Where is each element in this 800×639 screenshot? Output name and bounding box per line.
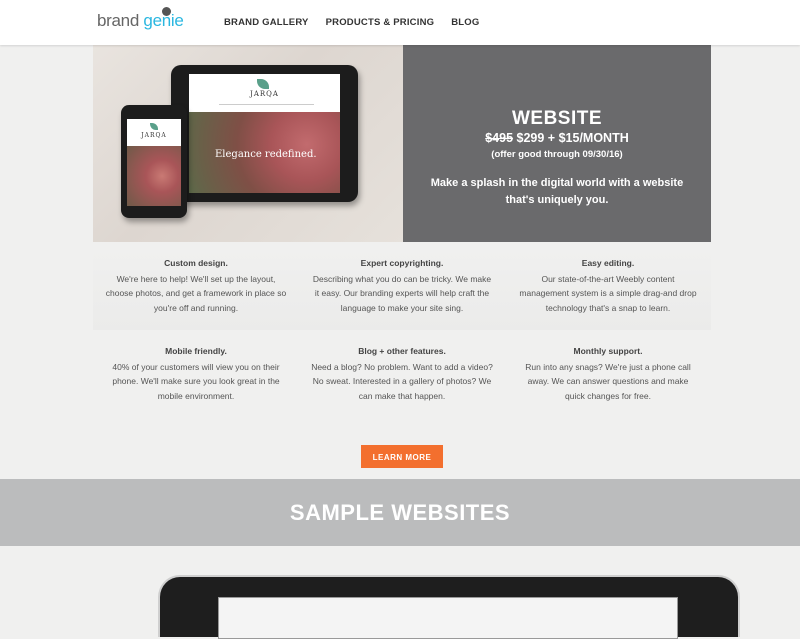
hero-device-image: JARQA Elegance redefined. JARQA — [93, 45, 403, 242]
feature-title: Monthly support. — [573, 346, 643, 356]
feature-body: Describing what you do can be tricky. We… — [312, 274, 492, 313]
feature-easy-editing: Easy editing. Our state-of-the-art Weebl… — [505, 248, 711, 330]
feature-body: We're here to help! We'll set up the lay… — [105, 274, 287, 313]
learn-more-button[interactable]: LEARN MORE — [361, 445, 443, 468]
hero-panel: WEBSITE $495 $299 + $15/MONTH (offer goo… — [403, 45, 711, 242]
leaf-logo-icon — [150, 123, 158, 130]
feature-monthly-support: Monthly support. Run into any snags? We'… — [505, 336, 711, 418]
features-grid: Custom design. We're here to help! We'll… — [93, 248, 711, 424]
feature-custom-design: Custom design. We're here to help! We'll… — [93, 248, 299, 330]
phone-rose-photo — [127, 146, 181, 206]
feature-title: Mobile friendly. — [165, 346, 227, 356]
feature-title: Custom design. — [164, 258, 228, 268]
feature-mobile-friendly: Mobile friendly. 40% of your customers w… — [93, 336, 299, 418]
features-row: Mobile friendly. 40% of your customers w… — [93, 336, 711, 418]
offer-note: (offer good through 09/30/16) — [491, 149, 623, 160]
nav-products-pricing[interactable]: PRODUCTS & PRICING — [326, 17, 435, 28]
section-title: SAMPLE WEBSITES — [289, 500, 511, 525]
tablet-mockup: JARQA Elegance redefined. — [171, 65, 358, 202]
sample-websites-band: SAMPLE WEBSITES — [0, 479, 800, 546]
laptop-mockup — [158, 575, 740, 639]
feature-body: 40% of your customers will view you on t… — [112, 362, 280, 401]
feature-title: Easy editing. — [581, 258, 635, 268]
laptop-screen — [218, 597, 678, 639]
feature-body: Run into any snags? We're just a phone c… — [525, 362, 691, 401]
site-header: brand genie BRAND GALLERY PRODUCTS & PRI… — [0, 0, 800, 45]
mockup-logo: JARQA — [250, 90, 279, 98]
features-row: Custom design. We're here to help! We'll… — [93, 248, 711, 330]
feature-expert-copyrighting: Expert copyrighting. Describing what you… — [299, 248, 505, 330]
feature-body: Need a blog? No problem. Want to add a v… — [311, 362, 493, 401]
nav-blog[interactable]: BLOG — [451, 17, 479, 28]
feature-title: Blog + other features. — [358, 346, 446, 356]
brand-genie-logo[interactable]: brand genie — [97, 7, 184, 31]
mockup-tagline: Elegance redefined. — [215, 149, 317, 160]
feature-body: Our state-of-the-art Weebly content mana… — [519, 274, 697, 313]
leaf-logo-icon — [257, 79, 269, 89]
main-nav: BRAND GALLERY PRODUCTS & PRICING BLOG — [224, 17, 479, 28]
feature-blog: Blog + other features. Need a blog? No p… — [299, 336, 505, 418]
feature-title: Expert copyrighting. — [360, 258, 444, 268]
phone-mockup: JARQA — [121, 105, 187, 218]
new-price: $299 + $15/MONTH — [516, 131, 629, 145]
tablet-screen: JARQA Elegance redefined. — [189, 74, 340, 193]
hero-price: $495 $299 + $15/MONTH — [403, 131, 711, 145]
nav-brand-gallery[interactable]: BRAND GALLERY — [224, 17, 309, 28]
old-price: $495 — [485, 131, 514, 145]
hero-description: Make a splash in the digital world with … — [430, 177, 684, 206]
hero-title: WEBSITE — [511, 108, 603, 129]
logo-brand-text: brand — [97, 11, 139, 30]
phone-screen: JARQA — [127, 119, 181, 206]
phone-mockup-logo: JARQA — [141, 132, 167, 139]
mockup-nav-line — [219, 104, 314, 108]
genie-lamp-icon — [162, 7, 171, 16]
